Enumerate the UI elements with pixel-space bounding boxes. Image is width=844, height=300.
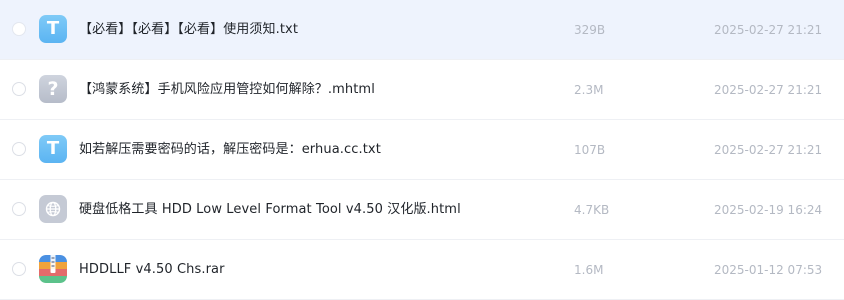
file-name[interactable]: 【必看】【必看】【必看】使用须知.txt	[79, 20, 298, 40]
file-name[interactable]: 硬盘低格工具 HDD Low Level Format Tool v4.50 汉…	[79, 200, 461, 220]
row-select-checkbox[interactable]	[12, 262, 26, 276]
globe-icon	[45, 201, 61, 217]
file-size: 1.6M	[574, 263, 604, 277]
file-date: 2025-02-19 16:24	[714, 203, 823, 217]
unknown-file-icon-glyph: ?	[47, 77, 59, 100]
file-date: 2025-02-27 21:21	[714, 23, 823, 37]
txt-file-icon-glyph: T	[46, 138, 60, 159]
unknown-file-icon: ?	[39, 75, 67, 103]
archive-stack-icon	[39, 255, 67, 283]
file-size: 329B	[574, 23, 606, 37]
txt-file-icon: T	[39, 135, 67, 163]
html-file-icon	[39, 195, 67, 223]
rar-archive-icon	[39, 255, 67, 283]
file-date: 2025-02-27 21:21	[714, 83, 823, 97]
file-date: 2025-02-27 21:21	[714, 143, 823, 157]
row-select-checkbox[interactable]	[12, 22, 26, 36]
row-select-checkbox[interactable]	[12, 142, 26, 156]
file-row[interactable]: T 【必看】【必看】【必看】使用须知.txt 329B 2025-02-27 2…	[0, 0, 844, 60]
file-name[interactable]: HDDLLF v4.50 Chs.rar	[79, 260, 225, 280]
file-name[interactable]: 如若解压需要密码的话，解压密码是：erhua.cc.txt	[79, 140, 381, 160]
row-select-checkbox[interactable]	[12, 82, 26, 96]
file-row[interactable]: T 如若解压需要密码的话，解压密码是：erhua.cc.txt 107B 202…	[0, 120, 844, 180]
file-size: 107B	[574, 143, 606, 157]
file-row[interactable]: HDDLLF v4.50 Chs.rar 1.6M 2025-01-12 07:…	[0, 240, 844, 300]
file-size: 2.3M	[574, 83, 604, 97]
txt-file-icon-glyph: T	[46, 18, 60, 39]
file-name[interactable]: 【鸿蒙系统】手机风险应用管控如何解除？.mhtml	[79, 80, 375, 100]
row-select-checkbox[interactable]	[12, 202, 26, 216]
file-list: T 【必看】【必看】【必看】使用须知.txt 329B 2025-02-27 2…	[0, 0, 844, 300]
file-row[interactable]: ? 【鸿蒙系统】手机风险应用管控如何解除？.mhtml 2.3M 2025-02…	[0, 60, 844, 120]
file-date: 2025-01-12 07:53	[714, 263, 823, 277]
file-size: 4.7KB	[574, 203, 610, 217]
file-row[interactable]: 硬盘低格工具 HDD Low Level Format Tool v4.50 汉…	[0, 180, 844, 240]
txt-file-icon: T	[39, 15, 67, 43]
